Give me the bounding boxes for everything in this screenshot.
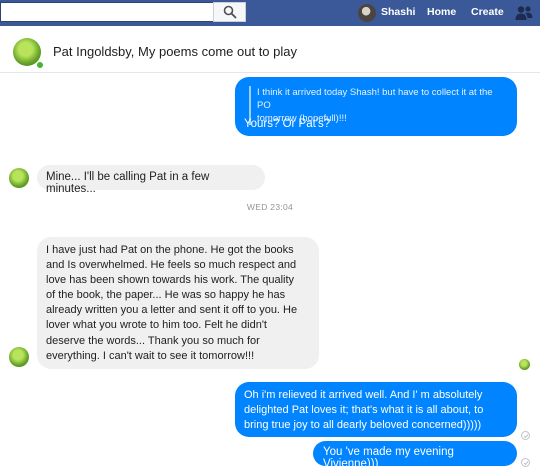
- nav-user-name[interactable]: Shashi: [381, 6, 415, 18]
- message-text: You 've made my evening Vivienne))): [323, 446, 454, 470]
- conversation-header: Pat Ingoldsby, My poems come out to play: [0, 26, 540, 73]
- message-line: I have just had Pat on the phone. He got…: [46, 244, 294, 256]
- message-line: deserve the words... Thank you so much f…: [46, 334, 260, 347]
- nav-home-link[interactable]: Home: [427, 6, 456, 18]
- contact-avatar[interactable]: [9, 347, 29, 367]
- search-button[interactable]: [213, 2, 246, 22]
- search-input[interactable]: [0, 2, 246, 22]
- nav-create-link[interactable]: Create: [471, 6, 504, 18]
- message-line: already written you a letter and sent it…: [46, 304, 298, 317]
- timestamp-divider: WED 23:04: [246, 202, 294, 212]
- contact-avatar[interactable]: [9, 168, 29, 188]
- message-line: of the book, the paper... He was so happ…: [46, 289, 286, 302]
- message-text: Mine... I'll be calling Pat in a few min…: [46, 171, 210, 195]
- message-bubble-outgoing[interactable]: Oh i'm relieved it arrived well. And I' …: [235, 382, 517, 437]
- message-bubble-outgoing[interactable]: You 've made my evening Vivienne))): [313, 441, 517, 470]
- message-line: delighted Pat loves it; that's what it i…: [244, 404, 484, 416]
- seen-indicator-avatar: [519, 359, 530, 370]
- message-line: love has been shown towards his work. Th…: [46, 274, 295, 287]
- message-line: lover what you wrote to him too. Felt he…: [46, 319, 267, 332]
- message-bubble-outgoing[interactable]: I think it arrived today Shash! but have…: [235, 77, 517, 136]
- message-bubble-incoming[interactable]: Mine... I'll be calling Pat in a few min…: [37, 165, 265, 195]
- message-line: Oh i'm relieved it arrived well. And I' …: [244, 389, 483, 401]
- message-text: Yours? Or Pat's?: [244, 118, 331, 130]
- conversation-title[interactable]: Pat Ingoldsby, My poems come out to play: [53, 44, 297, 59]
- message-line: and Is overwhelmed. He feels so much res…: [46, 259, 297, 272]
- friends-icon[interactable]: [515, 5, 533, 21]
- message-bubble-incoming[interactable]: I have just had Pat on the phone. He got…: [37, 237, 319, 369]
- top-navbar: Shashi Home Create: [0, 0, 540, 26]
- search-icon: [223, 5, 237, 19]
- message-line: everything. I can't wait to see it tomor…: [46, 349, 255, 362]
- delivered-check-icon: [521, 431, 530, 440]
- message-line: bring true joy to all dearly beloved con…: [244, 419, 482, 431]
- online-status-icon: [36, 61, 44, 69]
- delivered-check-icon: [521, 458, 530, 467]
- user-avatar[interactable]: [358, 4, 376, 22]
- reply-quote-line: I think it arrived today Shash! but have…: [257, 87, 493, 111]
